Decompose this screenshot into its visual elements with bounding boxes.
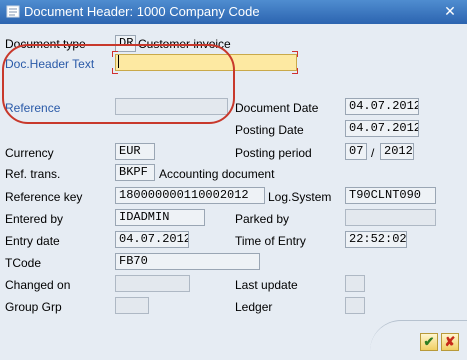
last-update-label: Last update <box>235 278 298 292</box>
group-grp-label: Group Grp <box>5 300 62 314</box>
changed-on-label: Changed on <box>5 278 71 292</box>
document-date-label: Document Date <box>235 101 319 115</box>
document-date-field[interactable]: 04.07.2012 <box>345 98 419 115</box>
required-marker <box>292 51 298 57</box>
required-marker <box>112 68 118 74</box>
document-icon <box>6 5 20 18</box>
document-type-field[interactable]: DR <box>115 35 136 52</box>
parked-by-label: Parked by <box>235 212 290 226</box>
window-titlebar: Document Header: 1000 Company Code ✕ <box>0 0 467 24</box>
ref-trans-field[interactable]: BKPF <box>115 164 155 181</box>
log-system-field[interactable]: T90CLNT090 <box>345 187 436 204</box>
log-system-label: Log.System <box>268 190 332 204</box>
reference-key-label: Reference key <box>5 190 83 204</box>
posting-period-field[interactable]: 07 <box>345 143 367 160</box>
entered-by-field[interactable]: IDADMIN <box>115 209 205 226</box>
text-cursor <box>118 55 119 68</box>
posting-date-label: Posting Date <box>235 123 304 137</box>
currency-label: Currency <box>5 146 54 160</box>
required-marker <box>292 68 298 74</box>
group-grp-field[interactable] <box>115 297 149 314</box>
time-of-entry-label: Time of Entry <box>235 234 306 248</box>
doc-header-text-input[interactable] <box>115 54 297 71</box>
checkmark-icon[interactable]: ✔ <box>420 333 438 351</box>
close-icon[interactable]: ✕ <box>440 3 460 20</box>
ledger-label: Ledger <box>235 300 273 314</box>
entry-date-field[interactable]: 04.07.2012 <box>115 231 189 248</box>
doc-header-text-label: Doc.Header Text <box>5 57 95 71</box>
parked-by-field[interactable] <box>345 209 436 226</box>
ledger-field[interactable] <box>345 297 365 314</box>
period-separator: / <box>371 146 375 160</box>
posting-period-label: Posting period <box>235 146 312 160</box>
window-title: Document Header: 1000 Company Code <box>24 4 260 19</box>
ref-trans-label: Ref. trans. <box>5 167 61 181</box>
reference-input[interactable] <box>115 98 228 115</box>
tcode-field[interactable]: FB70 <box>115 253 260 270</box>
changed-on-field[interactable] <box>115 275 190 292</box>
ref-trans-description: Accounting document <box>159 167 275 181</box>
time-of-entry-field[interactable]: 22:52:02 <box>345 231 407 248</box>
cancel-icon[interactable]: ✘ <box>441 333 459 351</box>
tcode-label: TCode <box>5 256 42 270</box>
entry-date-label: Entry date <box>5 234 60 248</box>
currency-field[interactable]: EUR <box>115 143 155 160</box>
posting-date-field[interactable]: 04.07.2012 <box>345 120 419 137</box>
last-update-field[interactable] <box>345 275 365 292</box>
posting-year-field[interactable]: 2012 <box>380 143 414 160</box>
reference-label: Reference <box>5 101 61 115</box>
document-type-label: Document type <box>5 37 86 51</box>
entered-by-label: Entered by <box>5 212 64 226</box>
document-type-description: Customer invoice <box>138 37 231 51</box>
reference-key-field[interactable]: 180000000110002012 <box>115 187 265 204</box>
